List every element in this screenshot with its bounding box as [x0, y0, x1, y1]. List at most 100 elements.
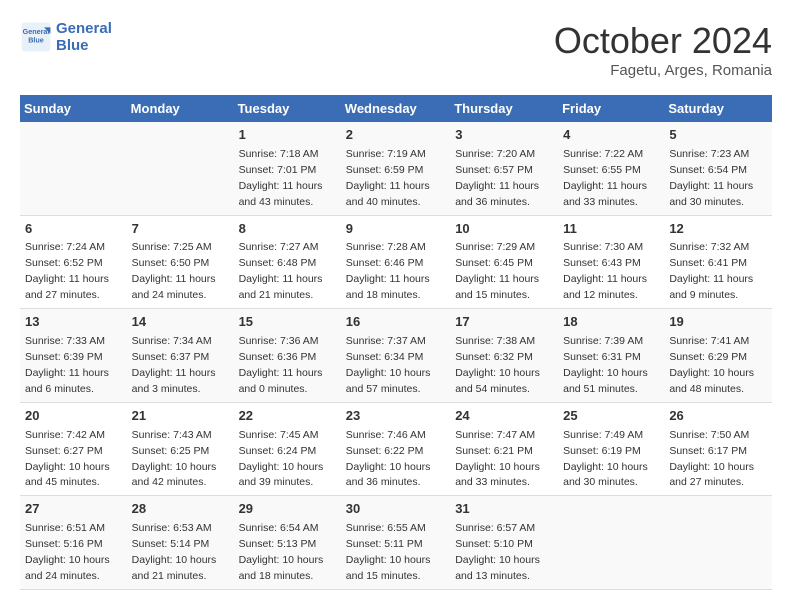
day-number: 11	[563, 220, 659, 239]
location: Fagetu, Arges, Romania	[554, 62, 772, 79]
sunrise-text: Sunrise: 7:23 AMSunset: 6:54 PMDaylight:…	[669, 148, 753, 208]
calendar-cell: 2 Sunrise: 7:19 AMSunset: 6:59 PMDaylight…	[341, 122, 450, 215]
day-number: 19	[669, 313, 767, 332]
logo: General Blue GeneralBlue	[20, 20, 112, 54]
day-number: 13	[25, 313, 122, 332]
day-number: 5	[669, 126, 767, 145]
day-number: 6	[25, 220, 122, 239]
sunrise-text: Sunrise: 7:36 AMSunset: 6:36 PMDaylight:…	[239, 335, 323, 395]
calendar-cell: 1 Sunrise: 7:18 AMSunset: 7:01 PMDaylight…	[234, 122, 341, 215]
calendar-cell: 15Sunrise: 7:36 AMSunset: 6:36 PMDayligh…	[234, 309, 341, 403]
calendar-cell	[127, 122, 234, 215]
calendar-cell: 3 Sunrise: 7:20 AMSunset: 6:57 PMDaylight…	[450, 122, 558, 215]
calendar-cell: 28 Sunrise: 6:53 AMSunset: 5:14 PMDayligh…	[127, 496, 234, 590]
sunrise-text: Sunrise: 7:22 AMSunset: 6:55 PMDaylight:…	[563, 148, 647, 208]
weekday-header: Friday	[558, 95, 664, 122]
sunrise-text: Sunrise: 7:30 AMSunset: 6:43 PMDaylight:…	[563, 241, 647, 301]
day-number: 8	[239, 220, 336, 239]
sunrise-text: Sunrise: 7:45 AMSunset: 6:24 PMDaylight:…	[239, 429, 324, 489]
calendar-cell: 8 Sunrise: 7:27 AMSunset: 6:48 PMDaylight…	[234, 215, 341, 309]
day-number: 2	[346, 126, 445, 145]
sunrise-text: Sunrise: 7:46 AMSunset: 6:22 PMDaylight:…	[346, 429, 431, 489]
sunrise-text: Sunrise: 7:27 AMSunset: 6:48 PMDaylight:…	[239, 241, 323, 301]
sunrise-text: Sunrise: 7:49 AMSunset: 6:19 PMDaylight:…	[563, 429, 648, 489]
calendar-cell: 6 Sunrise: 7:24 AMSunset: 6:52 PMDaylight…	[20, 215, 127, 309]
weekday-header: Tuesday	[234, 95, 341, 122]
weekday-header: Monday	[127, 95, 234, 122]
weekday-header-row: SundayMondayTuesdayWednesdayThursdayFrid…	[20, 95, 772, 122]
day-number: 4	[563, 126, 659, 145]
day-number: 20	[25, 407, 122, 426]
sunrise-text: Sunrise: 7:37 AMSunset: 6:34 PMDaylight:…	[346, 335, 431, 395]
sunrise-text: Sunrise: 7:20 AMSunset: 6:57 PMDaylight:…	[455, 148, 539, 208]
calendar-cell: 25 Sunrise: 7:49 AMSunset: 6:19 PMDayligh…	[558, 402, 664, 496]
month-title: October 2024	[554, 20, 772, 62]
calendar-cell: 26Sunrise: 7:50 AMSunset: 6:17 PMDayligh…	[664, 402, 772, 496]
weekday-header: Saturday	[664, 95, 772, 122]
sunrise-text: Sunrise: 7:32 AMSunset: 6:41 PMDaylight:…	[669, 241, 753, 301]
calendar-week-row: 20 Sunrise: 7:42 AMSunset: 6:27 PMDayligh…	[20, 402, 772, 496]
day-number: 24	[455, 407, 553, 426]
calendar-cell	[20, 122, 127, 215]
weekday-header: Wednesday	[341, 95, 450, 122]
calendar-cell: 9Sunrise: 7:28 AMSunset: 6:46 PMDaylight…	[341, 215, 450, 309]
day-number: 1	[239, 126, 336, 145]
calendar-week-row: 27Sunrise: 6:51 AMSunset: 5:16 PMDayligh…	[20, 496, 772, 590]
svg-text:Blue: Blue	[28, 36, 44, 45]
calendar-cell	[558, 496, 664, 590]
calendar-cell: 16 Sunrise: 7:37 AMSunset: 6:34 PMDayligh…	[341, 309, 450, 403]
calendar-week-row: 1 Sunrise: 7:18 AMSunset: 7:01 PMDaylight…	[20, 122, 772, 215]
day-number: 21	[132, 407, 229, 426]
sunrise-text: Sunrise: 7:29 AMSunset: 6:45 PMDaylight:…	[455, 241, 539, 301]
calendar-cell: 14Sunrise: 7:34 AMSunset: 6:37 PMDayligh…	[127, 309, 234, 403]
sunrise-text: Sunrise: 7:33 AMSunset: 6:39 PMDaylight:…	[25, 335, 109, 395]
day-number: 16	[346, 313, 445, 332]
sunrise-text: Sunrise: 7:28 AMSunset: 6:46 PMDaylight:…	[346, 241, 430, 301]
sunrise-text: Sunrise: 7:24 AMSunset: 6:52 PMDaylight:…	[25, 241, 109, 301]
title-block: October 2024 Fagetu, Arges, Romania	[554, 20, 772, 79]
calendar-cell: 12 Sunrise: 7:32 AMSunset: 6:41 PMDayligh…	[664, 215, 772, 309]
calendar-cell: 27Sunrise: 6:51 AMSunset: 5:16 PMDayligh…	[20, 496, 127, 590]
calendar-cell: 17 Sunrise: 7:38 AMSunset: 6:32 PMDayligh…	[450, 309, 558, 403]
sunrise-text: Sunrise: 6:53 AMSunset: 5:14 PMDaylight:…	[132, 522, 217, 582]
calendar-cell: 7 Sunrise: 7:25 AMSunset: 6:50 PMDaylight…	[127, 215, 234, 309]
sunrise-text: Sunrise: 7:42 AMSunset: 6:27 PMDaylight:…	[25, 429, 110, 489]
day-number: 31	[455, 500, 553, 519]
sunrise-text: Sunrise: 6:55 AMSunset: 5:11 PMDaylight:…	[346, 522, 431, 582]
day-number: 27	[25, 500, 122, 519]
page-header: General Blue GeneralBlue October 2024 Fa…	[20, 20, 772, 79]
day-number: 12	[669, 220, 767, 239]
logo-icon: General Blue	[20, 21, 52, 53]
calendar-cell: 22 Sunrise: 7:45 AMSunset: 6:24 PMDayligh…	[234, 402, 341, 496]
calendar-cell: 18Sunrise: 7:39 AMSunset: 6:31 PMDayligh…	[558, 309, 664, 403]
sunrise-text: Sunrise: 7:18 AMSunset: 7:01 PMDaylight:…	[239, 148, 323, 208]
day-number: 7	[132, 220, 229, 239]
sunrise-text: Sunrise: 7:34 AMSunset: 6:37 PMDaylight:…	[132, 335, 216, 395]
weekday-header: Sunday	[20, 95, 127, 122]
sunrise-text: Sunrise: 7:25 AMSunset: 6:50 PMDaylight:…	[132, 241, 216, 301]
sunrise-text: Sunrise: 7:41 AMSunset: 6:29 PMDaylight:…	[669, 335, 754, 395]
calendar-cell: 10 Sunrise: 7:29 AMSunset: 6:45 PMDayligh…	[450, 215, 558, 309]
day-number: 22	[239, 407, 336, 426]
sunrise-text: Sunrise: 7:38 AMSunset: 6:32 PMDaylight:…	[455, 335, 540, 395]
sunrise-text: Sunrise: 7:43 AMSunset: 6:25 PMDaylight:…	[132, 429, 217, 489]
sunrise-text: Sunrise: 7:47 AMSunset: 6:21 PMDaylight:…	[455, 429, 540, 489]
sunrise-text: Sunrise: 7:19 AMSunset: 6:59 PMDaylight:…	[346, 148, 430, 208]
day-number: 25	[563, 407, 659, 426]
calendar-cell: 4 Sunrise: 7:22 AMSunset: 6:55 PMDaylight…	[558, 122, 664, 215]
calendar-cell: 31Sunrise: 6:57 AMSunset: 5:10 PMDayligh…	[450, 496, 558, 590]
calendar-week-row: 13 Sunrise: 7:33 AMSunset: 6:39 PMDayligh…	[20, 309, 772, 403]
day-number: 3	[455, 126, 553, 145]
day-number: 10	[455, 220, 553, 239]
logo-text: GeneralBlue	[56, 20, 112, 54]
calendar-cell	[664, 496, 772, 590]
weekday-header: Thursday	[450, 95, 558, 122]
calendar-cell: 19 Sunrise: 7:41 AMSunset: 6:29 PMDayligh…	[664, 309, 772, 403]
day-number: 17	[455, 313, 553, 332]
day-number: 28	[132, 500, 229, 519]
calendar-cell: 20 Sunrise: 7:42 AMSunset: 6:27 PMDayligh…	[20, 402, 127, 496]
calendar-cell: 13 Sunrise: 7:33 AMSunset: 6:39 PMDayligh…	[20, 309, 127, 403]
calendar-cell: 11 Sunrise: 7:30 AMSunset: 6:43 PMDayligh…	[558, 215, 664, 309]
sunrise-text: Sunrise: 7:39 AMSunset: 6:31 PMDaylight:…	[563, 335, 648, 395]
sunrise-text: Sunrise: 6:54 AMSunset: 5:13 PMDaylight:…	[239, 522, 324, 582]
